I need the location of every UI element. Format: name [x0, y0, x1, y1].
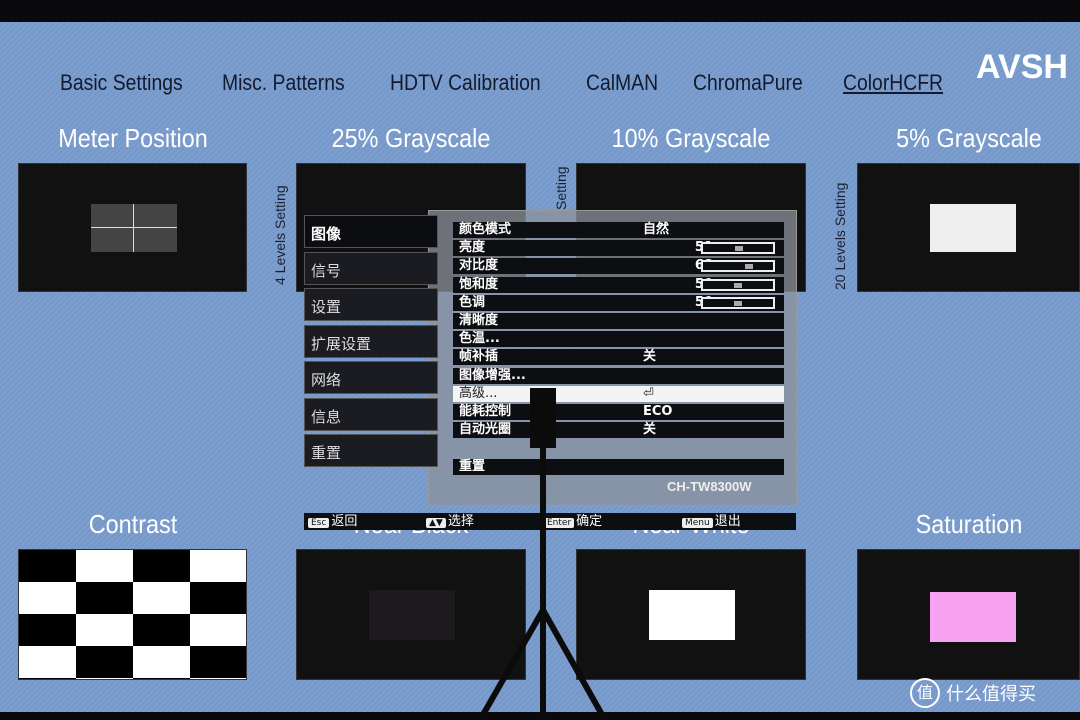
- pattern-patch: [930, 204, 1016, 252]
- pattern-title: 5% Grayscale: [895, 123, 1042, 153]
- osd-row[interactable]: 色温...: [453, 331, 784, 348]
- pattern-title: Contrast: [88, 509, 177, 539]
- level-slider[interactable]: [701, 296, 775, 309]
- slider-thumb[interactable]: [734, 282, 742, 288]
- hint-text: 退出: [714, 514, 741, 529]
- pattern-patch: [649, 590, 735, 640]
- footer-hint: Esc 返回: [308, 513, 357, 532]
- logo: AVSH: [976, 48, 1068, 86]
- pattern-link[interactable]: [18, 163, 247, 292]
- osd-row[interactable]: 对比度68: [453, 258, 784, 275]
- tripod: [477, 388, 608, 720]
- crosshair-box: [91, 204, 177, 252]
- row-value: 关: [643, 349, 657, 365]
- side-label: 20 Levels Setting: [832, 182, 848, 290]
- nav-link[interactable]: CalMAN: [586, 70, 658, 96]
- osd-menu-item[interactable]: 设置: [304, 288, 438, 321]
- pattern-patch: [369, 590, 455, 640]
- pattern-title: Saturation: [915, 509, 1022, 539]
- side-label: 4 Levels Setting: [272, 185, 288, 285]
- osd-menu-item[interactable]: 重置: [304, 434, 438, 467]
- key-badge: ▲▼: [426, 518, 446, 528]
- side-label: Setting: [553, 166, 569, 210]
- row-value: ⏎: [643, 385, 654, 401]
- nav-link[interactable]: ColorHCFR: [843, 70, 943, 96]
- osd-menu-item[interactable]: 信息: [304, 397, 438, 431]
- osd-row[interactable]: 色调50: [453, 294, 784, 311]
- pattern-patch: [930, 592, 1016, 642]
- row-label: 色调: [459, 294, 486, 310]
- nav-link[interactable]: ChromaPure: [693, 70, 803, 96]
- osd-menu-item[interactable]: 扩展设置: [304, 324, 438, 358]
- nav-link[interactable]: Basic Settings: [60, 70, 183, 96]
- osd-row[interactable]: 亮度51: [453, 240, 784, 257]
- row-label: 对比度: [459, 258, 499, 274]
- pattern-link[interactable]: [857, 549, 1080, 680]
- osd-row[interactable]: 饱和度50: [453, 276, 784, 293]
- osd-row[interactable]: 颜色模式 自然: [453, 222, 784, 238]
- row-label: 饱和度: [459, 276, 499, 292]
- slider-thumb[interactable]: [734, 246, 743, 252]
- model-name: CH-TW8300W: [667, 479, 752, 494]
- slider-thumb[interactable]: [734, 300, 742, 306]
- row-value: ECO: [643, 404, 673, 419]
- watermark-text: 什么值得买: [946, 684, 1036, 705]
- pattern-link[interactable]: [18, 549, 247, 680]
- row-label: 帧补插: [459, 349, 499, 365]
- level-slider[interactable]: [701, 278, 775, 291]
- row-label: 亮度: [459, 240, 486, 256]
- osd-row[interactable]: 帧补插 关: [453, 349, 784, 366]
- row-label: 颜色模式: [459, 222, 512, 237]
- row-label: 清晰度: [459, 313, 499, 328]
- osd-row[interactable]: 清晰度: [453, 313, 784, 329]
- crosshair-line: [133, 204, 134, 252]
- watermark: 值什么值得买: [910, 678, 1036, 708]
- osd-menu-item[interactable]: 信号: [304, 251, 438, 285]
- pattern-title: 10% Grayscale: [611, 123, 771, 153]
- pattern-title: Meter Position: [57, 123, 208, 153]
- row-value: 自然: [643, 222, 670, 237]
- nav-link[interactable]: Misc. Patterns: [222, 70, 345, 96]
- level-slider[interactable]: [701, 260, 775, 273]
- level-slider[interactable]: [701, 242, 775, 255]
- key-badge: Menu: [682, 518, 713, 528]
- footer-hint: Menu 退出: [682, 513, 741, 532]
- pattern-link[interactable]: [857, 163, 1080, 292]
- hint-text: 返回: [331, 514, 358, 529]
- pattern-title: 25% Grayscale: [331, 123, 491, 153]
- row-label: 色温...: [459, 331, 500, 347]
- crosshair-line: [91, 227, 177, 228]
- nav-link[interactable]: HDTV Calibration: [390, 70, 541, 96]
- key-badge: Esc: [308, 518, 330, 528]
- row-value: 关: [643, 422, 657, 438]
- watermark-logo-icon: 值: [910, 678, 940, 708]
- osd-menu-item[interactable]: 图像: [304, 215, 438, 248]
- slider-thumb[interactable]: [745, 264, 754, 270]
- osd-menu-item[interactable]: 网络: [304, 361, 438, 394]
